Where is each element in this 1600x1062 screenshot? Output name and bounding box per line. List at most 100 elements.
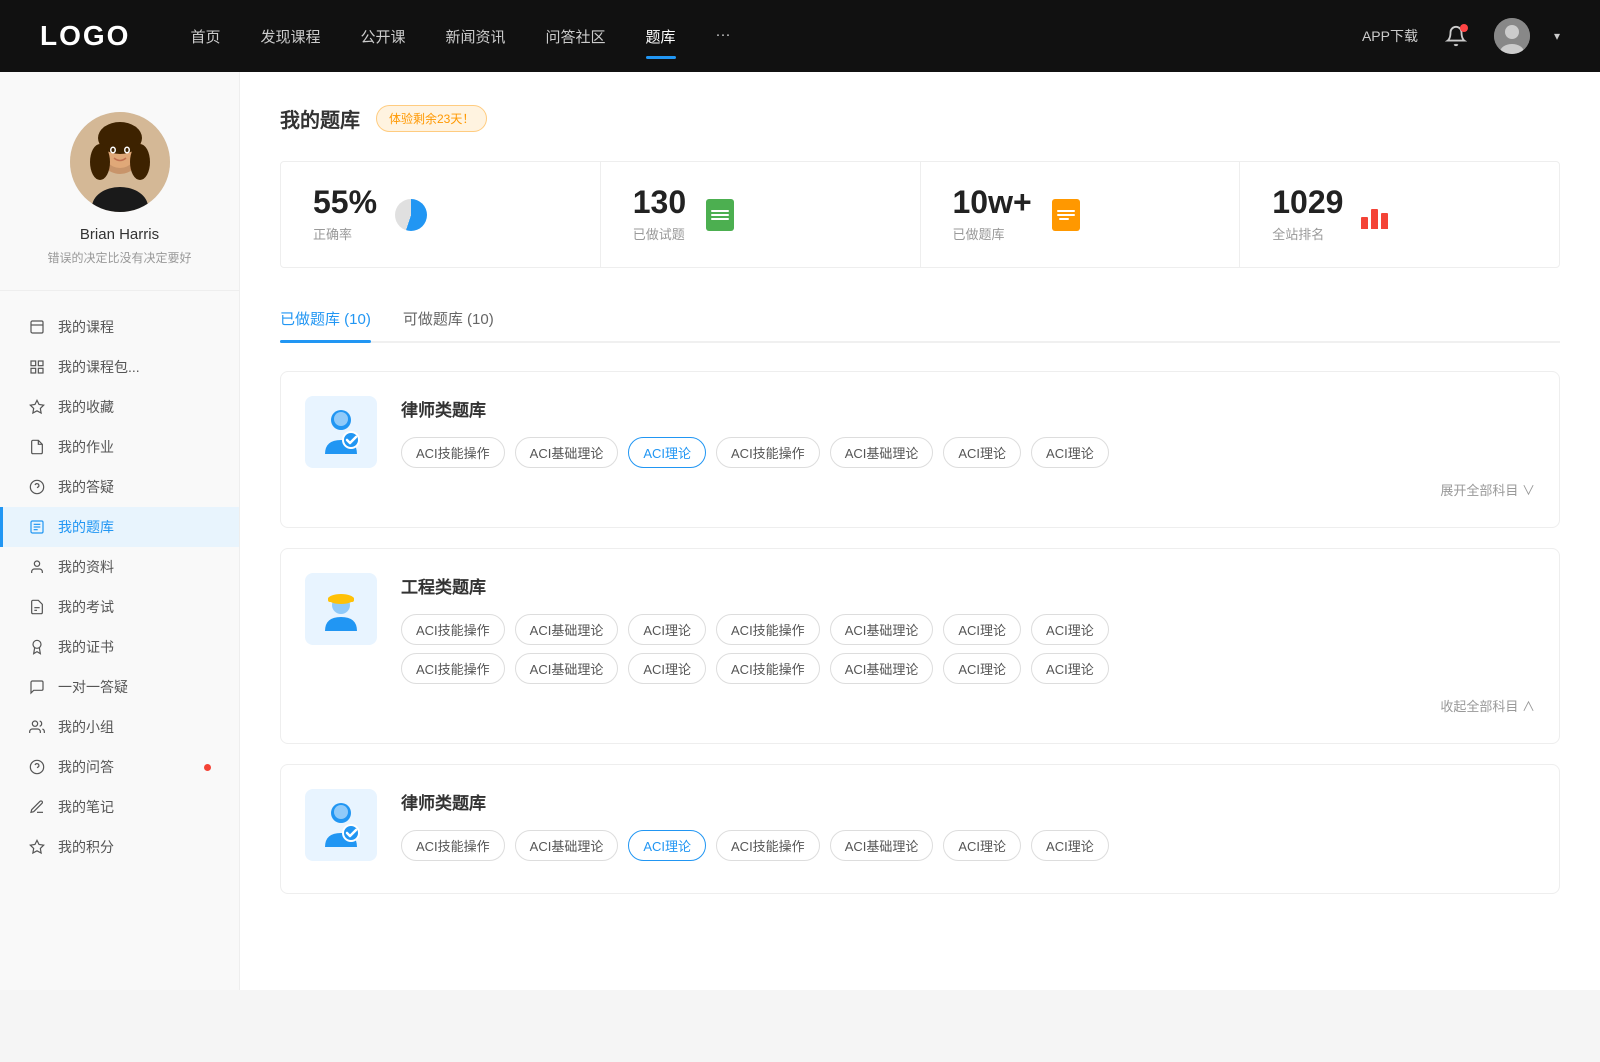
eng-tag-4[interactable]: ACI技能操作	[716, 614, 820, 645]
bar-chart-red-icon	[1359, 197, 1395, 233]
sidebar-item-my-courses[interactable]: 我的课程	[0, 307, 239, 347]
sidebar-item-certificate[interactable]: 我的证书	[0, 627, 239, 667]
sidebar-item-question-bank[interactable]: 我的题库	[0, 507, 239, 547]
page-wrapper: Brian Harris 错误的决定比没有决定要好 我的课程 我的课程包...	[0, 72, 1600, 990]
sidebar-label-question-bank: 我的题库	[58, 517, 211, 537]
sidebar-item-tutor[interactable]: 一对一答疑	[0, 667, 239, 707]
eng2-tag-6[interactable]: ACI理论	[943, 653, 1021, 684]
stats-row: 55% 正确率 130 已做试题	[280, 161, 1560, 268]
l2-tag-6[interactable]: ACI理论	[943, 830, 1021, 861]
tag-6[interactable]: ACI理论	[943, 437, 1021, 468]
sidebar-item-homework[interactable]: 我的作业	[0, 427, 239, 467]
l2-tag-1[interactable]: ACI技能操作	[401, 830, 505, 861]
eng2-tag-5[interactable]: ACI基础理论	[830, 653, 934, 684]
sidebar-label-profile: 我的资料	[58, 557, 211, 577]
tag-2[interactable]: ACI基础理论	[515, 437, 619, 468]
stat-global-rank-value: 1029	[1272, 186, 1343, 218]
qa-red-dot	[204, 764, 211, 771]
stat-questions-done: 130 已做试题	[601, 162, 921, 267]
page-header: 我的题库 体验剩余23天！	[280, 104, 1560, 133]
main-content: 我的题库 体验剩余23天！ 55% 正确率 130 已做试题	[240, 72, 1600, 990]
eng-tag-5[interactable]: ACI基础理论	[830, 614, 934, 645]
stat-global-rank-label: 全站排名	[1272, 224, 1343, 243]
exam-icon	[28, 598, 46, 616]
page-title: 我的题库	[280, 104, 360, 133]
tag-7[interactable]: ACI理论	[1031, 437, 1109, 468]
group-icon	[28, 718, 46, 736]
navbar: LOGO 首页 发现课程 公开课 新闻资讯 问答社区 题库 ··· APP下载 …	[0, 0, 1600, 72]
l2-tag-3-active[interactable]: ACI理论	[628, 830, 706, 861]
expand-link-lawyer-1[interactable]: 展开全部科目 ∨	[401, 476, 1535, 503]
app-download-link[interactable]: APP下载	[1362, 26, 1418, 46]
l2-tag-4[interactable]: ACI技能操作	[716, 830, 820, 861]
eng-tag-3[interactable]: ACI理论	[628, 614, 706, 645]
stat-banks-done-text: 10w+ 已做题库	[953, 186, 1032, 243]
sidebar-item-course-package[interactable]: 我的课程包...	[0, 347, 239, 387]
subject-card-engineer: 工程类题库 ACI技能操作 ACI基础理论 ACI理论 ACI技能操作 ACI基…	[280, 548, 1560, 744]
tags-row-engineer-1: ACI技能操作 ACI基础理论 ACI理论 ACI技能操作 ACI基础理论 AC…	[401, 614, 1535, 645]
eng2-tag-3[interactable]: ACI理论	[628, 653, 706, 684]
logo: LOGO	[40, 20, 130, 52]
sidebar-item-favorites[interactable]: 我的收藏	[0, 387, 239, 427]
subject-card-lawyer-1: 律师类题库 ACI技能操作 ACI基础理论 ACI理论 ACI技能操作 ACI基…	[280, 371, 1560, 528]
stat-global-rank: 1029 全站排名	[1240, 162, 1559, 267]
tutor-icon	[28, 678, 46, 696]
user-avatar-nav[interactable]	[1494, 18, 1530, 54]
stat-banks-done-label: 已做题库	[953, 224, 1032, 243]
lawyer-icon-wrap	[305, 396, 377, 468]
avatar	[70, 112, 170, 212]
tag-5[interactable]: ACI基础理论	[830, 437, 934, 468]
user-menu-chevron[interactable]: ▾	[1554, 29, 1560, 43]
eng-tag-7[interactable]: ACI理论	[1031, 614, 1109, 645]
nav-question-bank[interactable]: 题库	[646, 22, 676, 51]
eng-tag-2[interactable]: ACI基础理论	[515, 614, 619, 645]
l2-tag-5[interactable]: ACI基础理论	[830, 830, 934, 861]
tab-available[interactable]: 可做题库 (10)	[403, 300, 494, 341]
sidebar-label-group: 我的小组	[58, 717, 211, 737]
nav-more[interactable]: ···	[716, 22, 731, 51]
qa-icon	[28, 478, 46, 496]
notification-bell[interactable]	[1442, 22, 1470, 50]
eng2-tag-1[interactable]: ACI技能操作	[401, 653, 505, 684]
eng-tag-6[interactable]: ACI理论	[943, 614, 1021, 645]
stat-accuracy: 55% 正确率	[281, 162, 601, 267]
engineer-icon-wrap	[305, 573, 377, 645]
sidebar-item-profile[interactable]: 我的资料	[0, 547, 239, 587]
collapse-link-engineer[interactable]: 收起全部科目 ∧	[401, 692, 1535, 719]
sidebar-label-tutor: 一对一答疑	[58, 677, 211, 697]
nav-opencourse[interactable]: 公开课	[360, 22, 405, 51]
profile-motto: 错误的决定比没有决定要好	[47, 249, 191, 266]
eng2-tag-7[interactable]: ACI理论	[1031, 653, 1109, 684]
stat-accuracy-label: 正确率	[313, 224, 377, 243]
nav-news[interactable]: 新闻资讯	[446, 22, 506, 51]
tag-1[interactable]: ACI技能操作	[401, 437, 505, 468]
sidebar-item-group[interactable]: 我的小组	[0, 707, 239, 747]
l2-tag-7[interactable]: ACI理论	[1031, 830, 1109, 861]
subject-title-lawyer-2: 律师类题库	[401, 789, 1535, 814]
homework-icon	[28, 438, 46, 456]
eng-tag-1[interactable]: ACI技能操作	[401, 614, 505, 645]
subject-card-lawyer-2: 律师类题库 ACI技能操作 ACI基础理论 ACI理论 ACI技能操作 ACI基…	[280, 764, 1560, 894]
tab-done[interactable]: 已做题库 (10)	[280, 300, 371, 341]
sidebar-label-favorites: 我的收藏	[58, 397, 211, 417]
trial-badge: 体验剩余23天！	[376, 105, 487, 132]
tag-3-active[interactable]: ACI理论	[628, 437, 706, 468]
sidebar-item-notes[interactable]: 我的笔记	[0, 787, 239, 827]
course-package-icon	[28, 358, 46, 376]
nav-discover[interactable]: 发现课程	[260, 22, 320, 51]
nav-home[interactable]: 首页	[190, 22, 220, 51]
notification-dot	[1460, 24, 1468, 32]
stat-global-rank-text: 1029 全站排名	[1272, 186, 1343, 243]
tag-4[interactable]: ACI技能操作	[716, 437, 820, 468]
sidebar-item-my-qa[interactable]: 我的问答	[0, 747, 239, 787]
sidebar-item-qa[interactable]: 我的答疑	[0, 467, 239, 507]
eng2-tag-4[interactable]: ACI技能操作	[716, 653, 820, 684]
doc-green-icon	[702, 197, 738, 233]
l2-tag-2[interactable]: ACI基础理论	[515, 830, 619, 861]
eng2-tag-2[interactable]: ACI基础理论	[515, 653, 619, 684]
sidebar-item-points[interactable]: 我的积分	[0, 827, 239, 867]
sidebar-item-exam[interactable]: 我的考试	[0, 587, 239, 627]
sidebar-label-points: 我的积分	[58, 837, 211, 857]
nav-qa[interactable]: 问答社区	[546, 22, 606, 51]
my-qa-icon	[28, 758, 46, 776]
